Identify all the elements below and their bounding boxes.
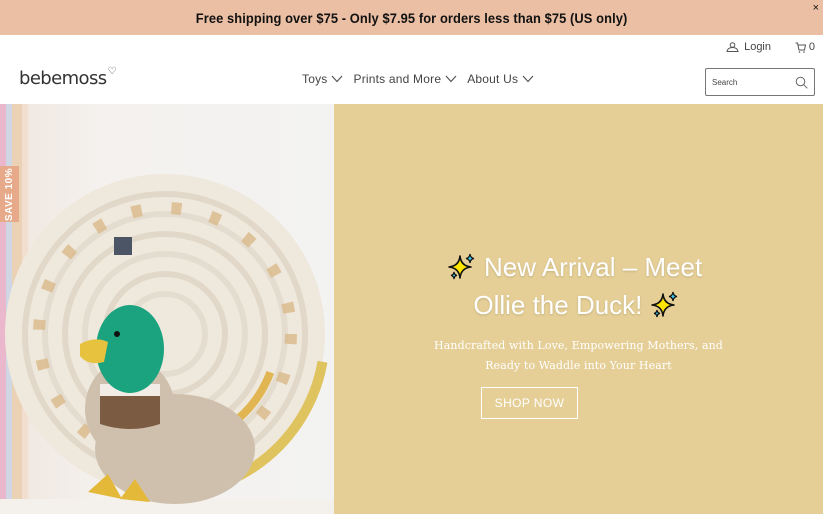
login-link[interactable]: Login — [726, 41, 771, 53]
hero-title-text: Ollie the Duck! — [473, 290, 643, 320]
nav-item-prints[interactable]: Prints and More — [353, 72, 457, 86]
announcement-bar: Free shipping over $75 - Only $7.95 for … — [0, 0, 823, 35]
hero-panel: New Arrival – Meet Ollie the Duck! Handc… — [334, 104, 823, 514]
chevron-down-icon — [445, 75, 457, 83]
hero-subtitle-line: Handcrafted with Love, Empowering Mother… — [434, 339, 723, 352]
save-tab-label: SAVE 10% — [4, 167, 16, 221]
nav-item-label: Prints and More — [353, 72, 442, 86]
user-icon — [726, 42, 739, 52]
nav-item-label: Toys — [302, 72, 328, 86]
search-box — [705, 68, 815, 96]
duck-basket-illustration — [0, 104, 334, 514]
hero-banner: SAVE 10% New Arrival – Meet Ollie the Du… — [0, 104, 823, 514]
close-icon[interactable]: × — [813, 2, 819, 14]
main-nav: Toys Prints and More About Us — [302, 72, 534, 86]
hero-subtitle-line: Ready to Waddle into Your Heart — [485, 359, 672, 372]
nav-item-label: About Us — [467, 72, 519, 86]
cart-count: 0 — [808, 41, 815, 53]
sparkles-icon — [447, 253, 474, 280]
site-logo[interactable]: bebemoss ♡ — [19, 66, 117, 89]
hero-subtitle: Handcrafted with Love, Empowering Mother… — [384, 336, 773, 376]
cart-link[interactable]: 0 — [795, 41, 815, 53]
search-icon[interactable] — [795, 76, 808, 89]
hero-title-line2: Ollie the Duck! — [332, 290, 821, 321]
site-header: Login 0 bebemoss ♡ Toys Prints and More … — [0, 35, 823, 104]
nav-item-toys[interactable]: Toys — [302, 72, 343, 86]
announcement-text: Free shipping over $75 - Only $7.95 for … — [195, 9, 628, 26]
shop-now-button[interactable]: SHOP NOW — [481, 387, 578, 419]
heart-icon: ♡ — [107, 66, 117, 77]
login-label: Login — [744, 41, 771, 53]
logo-text: bebemoss — [19, 68, 107, 89]
cart-icon — [795, 42, 806, 53]
chevron-down-icon — [332, 75, 343, 83]
chevron-down-icon — [522, 75, 534, 83]
search-input[interactable] — [712, 77, 792, 87]
nav-item-about[interactable]: About Us — [467, 72, 534, 86]
save-discount-tab[interactable]: SAVE 10% — [0, 166, 19, 222]
hero-title-text: New Arrival – Meet — [484, 252, 703, 282]
hero-image[interactable]: SAVE 10% — [0, 104, 334, 514]
sparkles-icon — [650, 291, 677, 318]
hero-title-line1: New Arrival – Meet — [330, 252, 819, 283]
